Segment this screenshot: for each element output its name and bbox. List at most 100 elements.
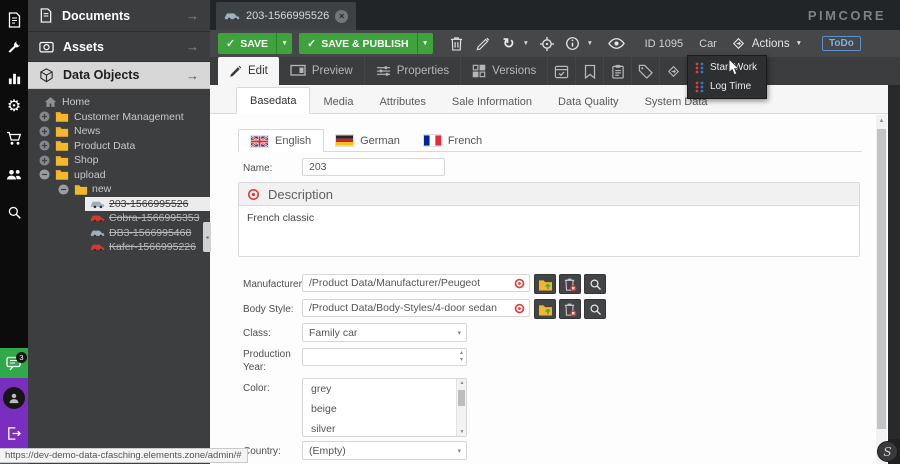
color-option-grey[interactable]: grey bbox=[303, 379, 466, 399]
documents-rail-button[interactable] bbox=[0, 6, 28, 34]
notifications-button[interactable]: 3 bbox=[0, 348, 28, 378]
logout-icon[interactable] bbox=[6, 426, 21, 441]
search-rail-button[interactable] bbox=[0, 198, 28, 226]
save-publish-dropdown-caret[interactable]: ▼ bbox=[417, 33, 433, 54]
expand-plus-icon[interactable] bbox=[39, 111, 50, 122]
production-year-spinner[interactable]: ▴▾ bbox=[302, 348, 467, 366]
tree-item-new[interactable]: new bbox=[28, 182, 210, 197]
tab-basedata[interactable]: Basedata bbox=[236, 87, 310, 114]
tools-rail-button[interactable] bbox=[0, 34, 28, 62]
color-option-silver[interactable]: silver bbox=[303, 419, 466, 437]
expand-plus-icon[interactable] bbox=[39, 126, 50, 137]
scrollbar-thumb[interactable] bbox=[458, 390, 465, 406]
color-option-beige[interactable]: beige bbox=[303, 399, 466, 419]
tree-item-shop[interactable]: Shop bbox=[28, 153, 210, 168]
save-publish-button[interactable]: ✓SAVE & PUBLISH ▼ bbox=[299, 33, 433, 54]
tree-item-upload[interactable]: upload bbox=[28, 168, 210, 183]
info-dropdown-caret[interactable]: ▼ bbox=[587, 40, 597, 47]
tab-reports[interactable] bbox=[604, 57, 632, 85]
name-input[interactable] bbox=[302, 158, 445, 176]
save-dropdown-caret[interactable]: ▼ bbox=[276, 33, 292, 54]
color-list-scrollbar[interactable]: ▲ ▼ bbox=[456, 379, 466, 436]
body-style-clear-button[interactable] bbox=[559, 299, 581, 319]
arrow-right-icon[interactable]: → bbox=[186, 8, 199, 23]
tab-tags[interactable] bbox=[632, 57, 660, 85]
class-select[interactable]: Family car ▾ bbox=[302, 323, 467, 342]
tab-schedule[interactable] bbox=[548, 57, 576, 85]
scroll-up-icon[interactable]: ▲ bbox=[457, 380, 467, 386]
body-style-open-button[interactable] bbox=[534, 299, 556, 319]
tree-item-home[interactable]: Home bbox=[28, 95, 210, 110]
tab-attributes[interactable]: Attributes bbox=[366, 89, 438, 114]
tree-item-customer-management[interactable]: Customer Management bbox=[28, 110, 210, 125]
accordion-documents[interactable]: Documents → bbox=[28, 0, 210, 32]
menu-item-start-work[interactable]: Start Work bbox=[688, 58, 766, 77]
lang-tab-english[interactable]: English bbox=[238, 129, 324, 152]
tree-item-cobra[interactable]: Cobra-1566995353 bbox=[28, 211, 210, 226]
body-style-input[interactable] bbox=[302, 299, 530, 317]
open-tab-203[interactable]: 203-1566995526 × bbox=[216, 2, 356, 30]
locate-in-tree-button[interactable] bbox=[535, 33, 559, 54]
car-grey-icon bbox=[90, 199, 105, 209]
open-preview-button[interactable] bbox=[605, 33, 629, 54]
ecommerce-rail-button[interactable] bbox=[0, 124, 28, 152]
accordion-assets[interactable]: Assets → bbox=[28, 32, 210, 62]
description-editor[interactable]: French classic bbox=[239, 206, 859, 256]
tab-workflow[interactable] bbox=[660, 57, 688, 85]
close-icon[interactable]: × bbox=[335, 10, 348, 23]
lang-tab-french[interactable]: French bbox=[412, 129, 494, 152]
reload-button[interactable]: ↻ bbox=[497, 33, 521, 54]
tab-notes[interactable] bbox=[576, 57, 604, 85]
tree-item-203[interactable]: 203-1566995526 bbox=[28, 197, 210, 212]
tab-sale-information[interactable]: Sale Information bbox=[439, 89, 545, 114]
menu-item-log-time[interactable]: Log Time bbox=[688, 77, 766, 96]
scrollbar-thumb[interactable] bbox=[877, 129, 886, 429]
manufacturer-open-button[interactable] bbox=[534, 274, 556, 294]
expand-plus-icon[interactable] bbox=[39, 140, 50, 151]
reports-rail-button[interactable] bbox=[0, 64, 28, 92]
collapse-minus-icon[interactable] bbox=[39, 169, 50, 180]
color-listbox[interactable]: grey beige silver ▲ ▼ bbox=[302, 378, 467, 437]
tab-data-quality[interactable]: Data Quality bbox=[545, 89, 632, 114]
panel-collapse-handle[interactable]: ◂ bbox=[203, 222, 211, 252]
folder-up-icon bbox=[538, 278, 553, 291]
tree-item-product-data[interactable]: Product Data bbox=[28, 139, 210, 154]
car-red-icon bbox=[90, 242, 105, 252]
avatar[interactable] bbox=[3, 387, 25, 409]
save-button[interactable]: ✓SAVE ▼ bbox=[218, 33, 292, 54]
accordion-data-objects[interactable]: Data Objects → bbox=[28, 62, 210, 89]
collapse-minus-icon[interactable] bbox=[58, 184, 69, 195]
spinner-arrows-icon[interactable]: ▴▾ bbox=[460, 350, 463, 364]
manufacturer-clear-button[interactable] bbox=[559, 274, 581, 294]
tab-versions[interactable]: Versions bbox=[461, 57, 548, 85]
tab-media[interactable]: Media bbox=[310, 89, 366, 114]
rename-button[interactable] bbox=[471, 33, 495, 54]
tab-properties[interactable]: Properties bbox=[365, 57, 461, 85]
arrow-right-icon[interactable]: → bbox=[186, 68, 199, 83]
lang-tab-german[interactable]: German bbox=[324, 129, 412, 152]
arrow-right-icon[interactable]: → bbox=[186, 39, 199, 54]
folder-open-icon bbox=[55, 169, 69, 180]
reload-dropdown-caret[interactable]: ▼ bbox=[523, 40, 533, 47]
users-rail-button[interactable] bbox=[0, 160, 28, 188]
country-select[interactable]: (Empty) ▾ bbox=[302, 441, 467, 460]
target-icon bbox=[539, 36, 555, 52]
symfony-profiler-badge[interactable]: S bbox=[877, 441, 898, 462]
scroll-down-icon[interactable]: ▼ bbox=[457, 429, 467, 435]
content-scrollbar[interactable]: ▲ bbox=[876, 115, 887, 464]
tab-edit[interactable]: Edit bbox=[218, 57, 279, 85]
scroll-up-icon[interactable]: ▲ bbox=[876, 115, 887, 127]
settings-rail-button[interactable]: ⚙ bbox=[0, 92, 28, 120]
actions-button[interactable]: Actions ▼ bbox=[731, 36, 802, 51]
tree-item-kafer[interactable]: Kafer-1566995226 bbox=[28, 240, 210, 255]
info-button[interactable] bbox=[561, 33, 585, 54]
manufacturer-input[interactable] bbox=[302, 274, 530, 292]
manufacturer-search-button[interactable] bbox=[584, 274, 606, 294]
tab-preview[interactable]: Preview bbox=[279, 57, 365, 85]
expand-plus-icon[interactable] bbox=[39, 155, 50, 166]
body-style-search-button[interactable] bbox=[584, 299, 606, 319]
uk-flag-icon bbox=[251, 136, 268, 147]
tree-item-db3[interactable]: DB3-1566995468 bbox=[28, 226, 210, 241]
delete-button[interactable] bbox=[445, 33, 469, 54]
tree-item-news[interactable]: News bbox=[28, 124, 210, 139]
